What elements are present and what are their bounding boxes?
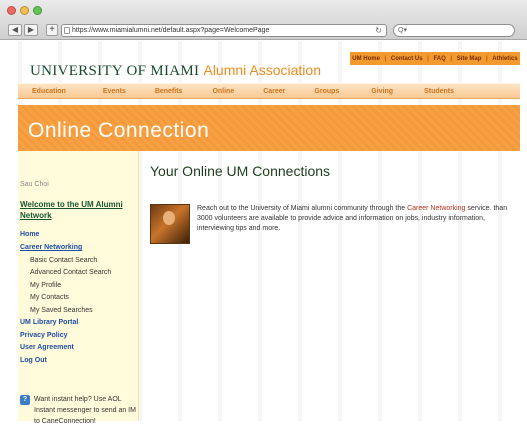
- sidebar-item-my-profile[interactable]: My Profile: [30, 282, 61, 289]
- window-controls: [7, 6, 42, 15]
- browser-chrome: ◀ ▶ + https://www.miamialumni.net/defaul…: [0, 0, 527, 40]
- minimize-window-icon[interactable]: [20, 6, 29, 15]
- sidebar-item-my-contacts[interactable]: My Contacts: [30, 294, 69, 301]
- sidebar: Sau Choi Welcome to the UM Alumni Networ…: [18, 151, 139, 425]
- reload-icon[interactable]: ↻: [375, 25, 382, 36]
- nav-groups[interactable]: Groups: [314, 88, 339, 95]
- sidebar-item-home[interactable]: Home: [20, 231, 39, 238]
- forward-button[interactable]: ▶: [24, 24, 38, 36]
- nav-career[interactable]: Career: [263, 88, 285, 95]
- people-photo: [150, 204, 190, 244]
- page-title: Your Online UM Connections: [150, 163, 331, 179]
- add-bookmark-button[interactable]: +: [46, 24, 58, 36]
- nav-education[interactable]: Education: [32, 88, 66, 95]
- url-text: https://www.miamialumni.net/default.aspx…: [72, 27, 270, 34]
- nav-online[interactable]: Online: [212, 88, 234, 95]
- nav-giving[interactable]: Giving: [371, 88, 393, 95]
- logo-university: UNIVERSITY OF MIAMI: [30, 63, 200, 79]
- main-navigation: Education Events Benefits Online Career …: [18, 83, 520, 99]
- top-link-um-home[interactable]: UM Home: [352, 56, 380, 62]
- top-link-contact-us[interactable]: Contact Us: [391, 56, 423, 62]
- logo-association: Alumni Association: [203, 62, 321, 78]
- address-bar[interactable]: https://www.miamialumni.net/default.aspx…: [61, 24, 387, 37]
- aim-chat-icon[interactable]: ?: [20, 395, 30, 405]
- sidebar-item-advanced-contact-search[interactable]: Advanced Contact Search: [30, 269, 111, 276]
- instant-help: ? Want instant help? Use AOL Instant mes…: [20, 394, 138, 427]
- top-link-faq[interactable]: FAQ: [433, 56, 445, 62]
- sidebar-item-user-agreement[interactable]: User Agreement: [20, 344, 74, 351]
- page-banner: Online Connection: [18, 105, 520, 151]
- sidebar-item-career-networking[interactable]: Career Networking: [20, 244, 82, 251]
- nav-benefits[interactable]: Benefits: [155, 88, 183, 95]
- top-link-site-map[interactable]: Site Map: [457, 56, 482, 62]
- sidebar-item-my-saved-searches[interactable]: My Saved Searches: [30, 307, 93, 314]
- back-button[interactable]: ◀: [8, 24, 22, 36]
- sidebar-item-privacy-policy[interactable]: Privacy Policy: [20, 332, 67, 339]
- page-icon: [64, 27, 70, 34]
- top-link-athletics[interactable]: Athletics: [492, 56, 517, 62]
- banner-title: Online Connection: [28, 119, 210, 142]
- welcome-link[interactable]: Welcome to the UM Alumni Network: [20, 199, 138, 221]
- intro-paragraph: Reach out to the University of Miami alu…: [197, 204, 519, 234]
- sidebar-item-um-library-portal[interactable]: UM Library Portal: [20, 319, 78, 326]
- instant-help-text: Want instant help? Use AOL Instant messe…: [34, 396, 136, 425]
- nav-events[interactable]: Events: [103, 88, 126, 95]
- zoom-window-icon[interactable]: [33, 6, 42, 15]
- web-page: UM Home | Contact Us | FAQ | Site Map | Athl…: [0, 41, 527, 425]
- top-links-bar: UM Home | Contact Us | FAQ | Site Map | Athl…: [350, 52, 520, 65]
- search-field[interactable]: Q▾: [393, 24, 515, 37]
- nav-students[interactable]: Students: [424, 88, 454, 95]
- site-logo[interactable]: UNIVERSITY OF MIAMI Alumni Association: [30, 62, 321, 80]
- intro-text-start: Reach out to the University of Miami alu…: [197, 205, 408, 212]
- user-name: Sau Choi: [20, 181, 49, 188]
- career-networking-link[interactable]: Career Networking: [407, 205, 465, 212]
- close-window-icon[interactable]: [7, 6, 16, 15]
- sidebar-item-log-out[interactable]: Log Out: [20, 357, 47, 364]
- sidebar-item-basic-contact-search[interactable]: Basic Contact Search: [30, 257, 97, 264]
